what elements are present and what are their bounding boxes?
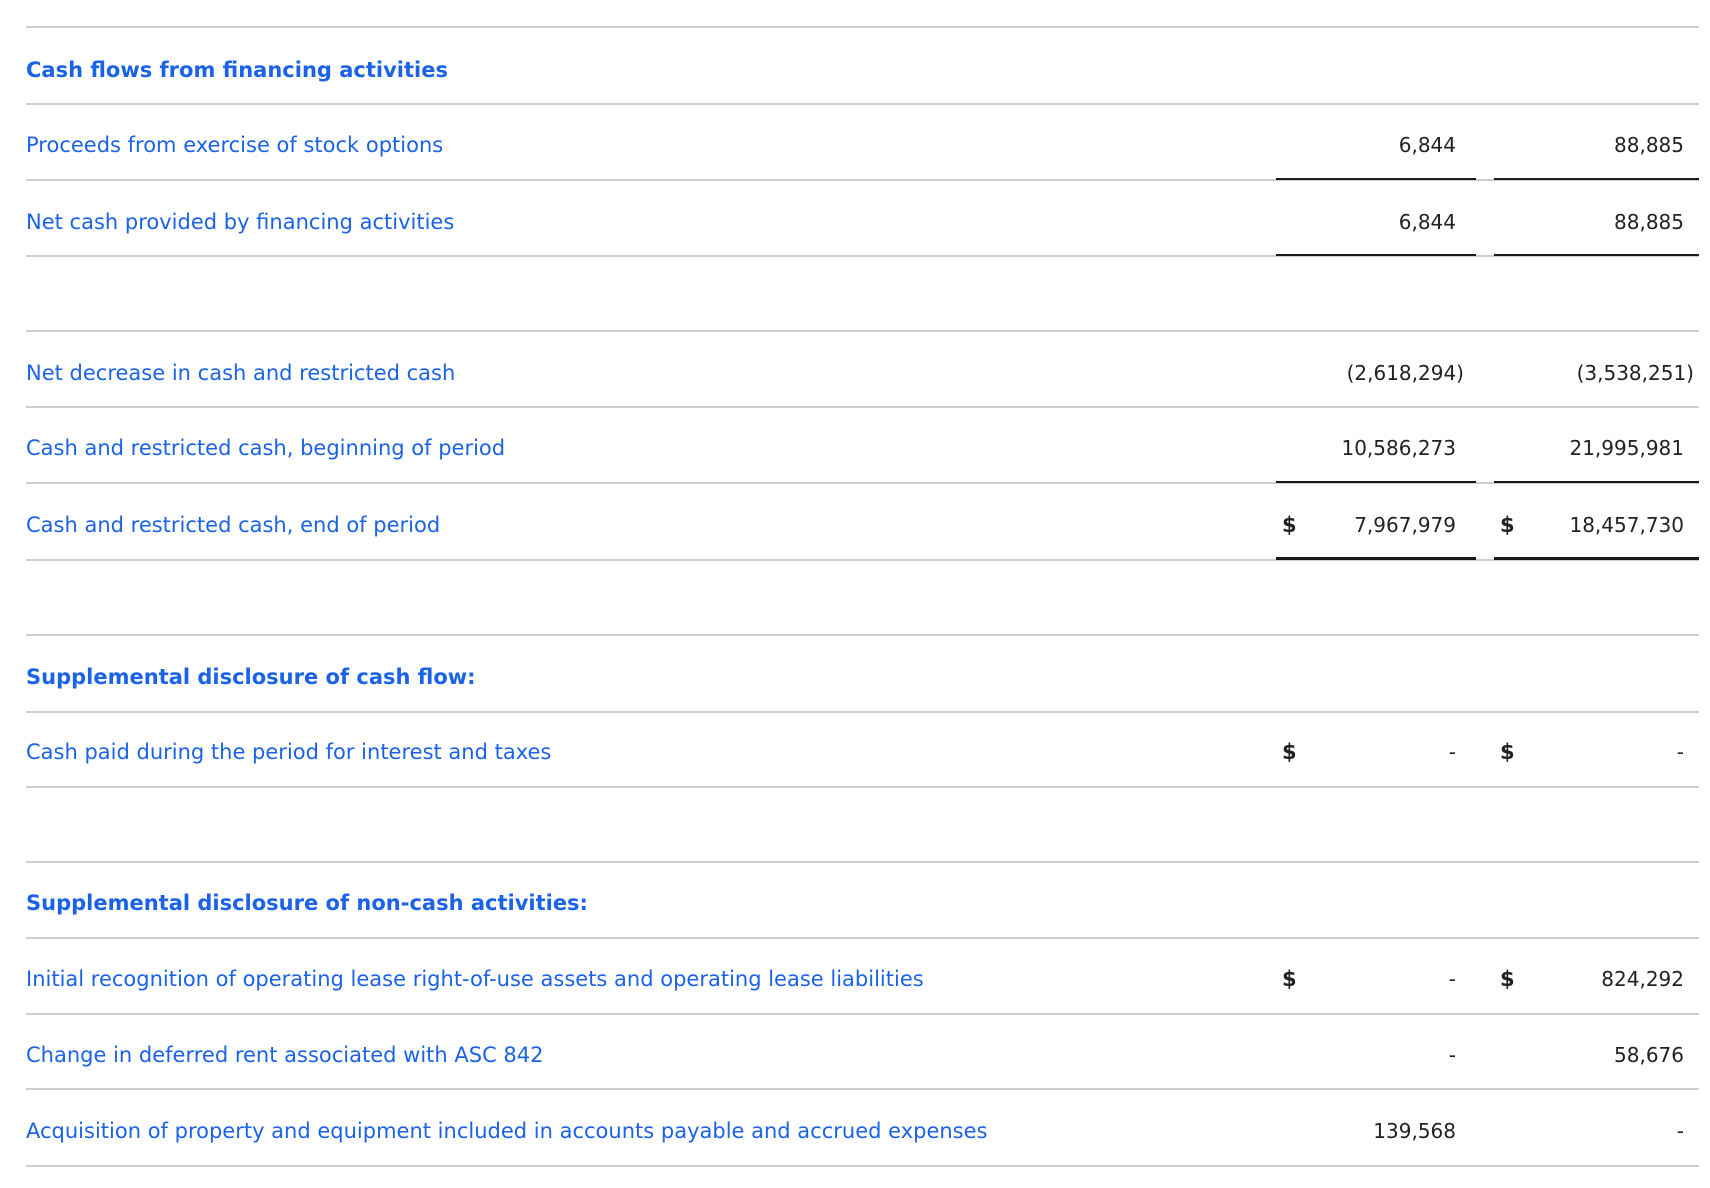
value-cash-paid-interest-taxes-col2: -	[1676, 740, 1684, 764]
row-divider	[26, 861, 1699, 863]
value-proceeds-stock-options-col1: 6,844	[1398, 133, 1456, 157]
row-divider	[26, 103, 1699, 105]
subtotal-underline-col1	[1276, 481, 1476, 483]
value-cash-beginning-col1: 10,586,273	[1341, 436, 1456, 460]
row-label-change-deferred-rent: Change in deferred rent associated with …	[26, 1043, 544, 1067]
subtotal-underline-col2	[1494, 481, 1699, 483]
row-divider	[26, 1013, 1699, 1015]
value-net-decrease-cash-col1: (2,618,294)	[1346, 361, 1464, 385]
value-cash-end-col1: 7,967,979	[1354, 513, 1456, 537]
row-divider	[26, 937, 1699, 939]
value-acquisition-property-equipment-col1: 139,568	[1373, 1119, 1456, 1143]
value-initial-recognition-lease-col1: -	[1448, 967, 1456, 991]
value-cash-end-col2: 18,457,730	[1569, 513, 1684, 537]
value-initial-recognition-lease-col2: 824,292	[1601, 967, 1684, 991]
row-divider	[26, 711, 1699, 713]
subtotal-underline-col1	[1276, 178, 1476, 180]
row-divider	[26, 634, 1699, 636]
row-label-net-cash-financing: Net cash provided by financing activitie…	[26, 210, 455, 234]
value-net-cash-financing-col2: 88,885	[1614, 210, 1684, 234]
row-divider	[26, 406, 1699, 408]
value-change-deferred-rent-col1: -	[1448, 1043, 1456, 1067]
row-label-cash-end: Cash and restricted cash, end of period	[26, 513, 441, 537]
section-header-financing: Cash flows from financing activities	[26, 58, 448, 82]
row-divider	[26, 786, 1699, 788]
value-cash-beginning-col2: 21,995,981	[1569, 436, 1684, 460]
total-double-underline-col1	[1276, 557, 1476, 560]
subtotal-underline-col1	[1276, 254, 1476, 256]
value-proceeds-stock-options-col2: 88,885	[1614, 133, 1684, 157]
subtotal-underline-col2	[1494, 254, 1699, 256]
subtotal-underline-col2	[1494, 178, 1699, 180]
row-label-initial-recognition-lease: Initial recognition of operating lease r…	[26, 967, 924, 991]
row-label-cash-paid-interest-taxes: Cash paid during the period for interest…	[26, 740, 552, 764]
value-change-deferred-rent-col2: 58,676	[1614, 1043, 1684, 1067]
section-header-supplemental-cash-flow: Supplemental disclosure of cash flow:	[26, 665, 476, 689]
value-net-cash-financing-col1: 6,844	[1398, 210, 1456, 234]
row-label-proceeds-stock-options: Proceeds from exercise of stock options	[26, 133, 444, 157]
value-net-decrease-cash-col2: (3,538,251)	[1576, 361, 1694, 385]
row-label-net-decrease-cash: Net decrease in cash and restricted cash	[26, 361, 456, 385]
row-divider	[26, 1088, 1699, 1090]
cash-flow-statement: Cash flows from financing activities Pro…	[26, 0, 1699, 1188]
total-double-underline-col2	[1494, 557, 1699, 560]
value-acquisition-property-equipment-col2: -	[1676, 1119, 1684, 1143]
row-divider	[26, 330, 1699, 332]
value-cash-paid-interest-taxes-col1: -	[1448, 740, 1456, 764]
row-divider	[26, 1165, 1699, 1167]
row-label-cash-beginning: Cash and restricted cash, beginning of p…	[26, 436, 506, 460]
row-divider	[26, 26, 1699, 28]
row-label-acquisition-property-equipment: Acquisition of property and equipment in…	[26, 1119, 988, 1143]
section-header-supplemental-non-cash: Supplemental disclosure of non-cash acti…	[26, 891, 588, 915]
